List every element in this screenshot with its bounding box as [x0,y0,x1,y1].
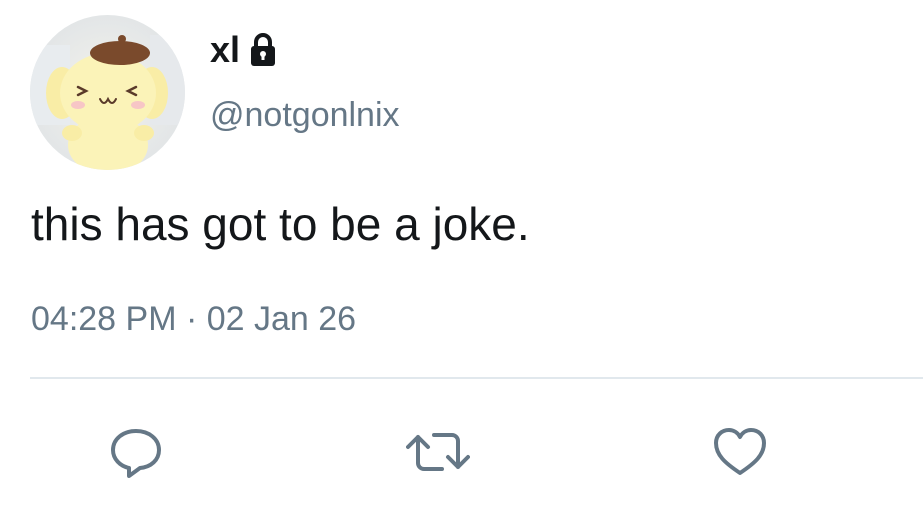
display-name[interactable]: xl [210,28,278,72]
display-name-text: xl [210,29,241,70]
divider [30,377,923,379]
lock-icon [248,32,278,68]
user-handle[interactable]: @notgonlnix [210,94,400,136]
reply-button[interactable] [104,420,168,484]
avatar[interactable] [30,15,185,170]
pompompurin-avatar-image [30,15,185,170]
like-icon [714,428,766,475]
tweet-text: this has got to be a joke. [31,198,530,250]
retweet-button[interactable] [406,420,470,484]
like-button[interactable] [708,420,772,484]
reply-icon [111,429,161,478]
retweet-icon [406,433,470,471]
tweet-timestamp[interactable]: 04:28 PM · 02 Jan 26 [31,298,356,340]
tweet-card: xl @notgonlnix this has got to be a joke… [0,0,923,518]
